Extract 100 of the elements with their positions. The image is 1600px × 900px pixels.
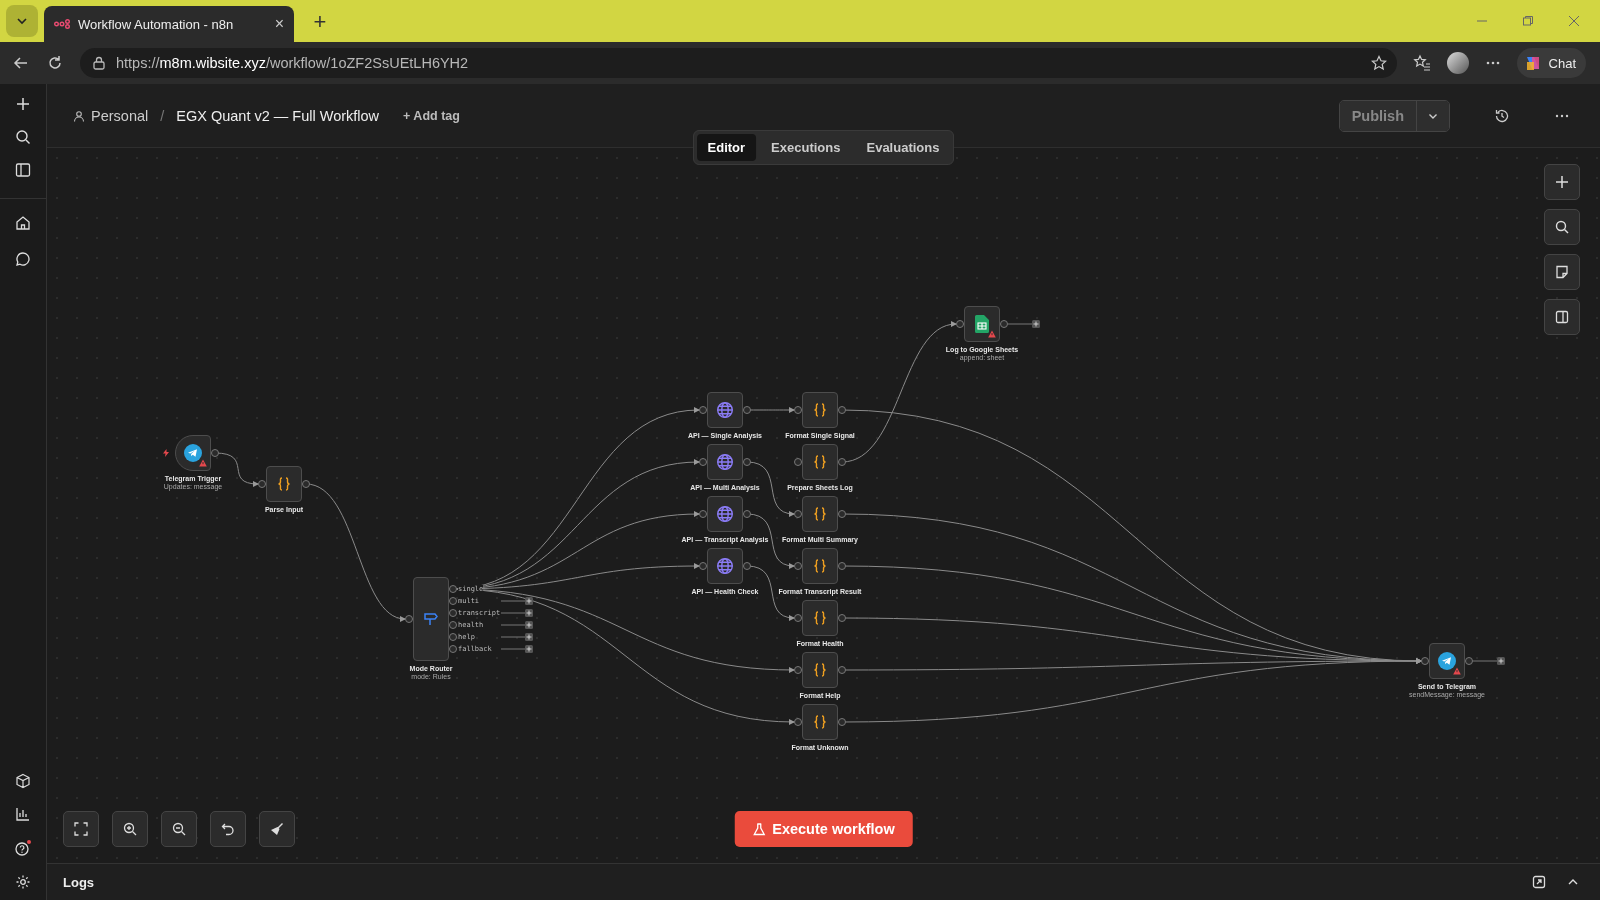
plus-icon[interactable] (15, 96, 31, 112)
reload-icon[interactable] (46, 54, 64, 72)
workflow-node[interactable] (802, 600, 838, 636)
view-tab[interactable]: Editor (696, 134, 757, 161)
output-port[interactable] (743, 510, 751, 518)
chart-icon[interactable] (15, 806, 31, 822)
output-port[interactable] (743, 406, 751, 414)
workflow-node[interactable] (964, 306, 1000, 342)
new-tab-button[interactable]: + (308, 9, 332, 35)
execute-workflow-button[interactable]: Execute workflow (734, 811, 913, 847)
add-node-handle[interactable] (500, 621, 533, 629)
output-port[interactable] (838, 458, 846, 466)
input-port[interactable] (699, 510, 707, 518)
input-port[interactable] (794, 666, 802, 674)
output-port[interactable] (838, 406, 846, 414)
view-tab[interactable]: Executions (760, 134, 852, 161)
workflow-node[interactable] (802, 548, 838, 584)
add-node-handle[interactable] (500, 645, 533, 653)
input-port[interactable] (956, 320, 964, 328)
fit-view-button[interactable] (63, 811, 99, 847)
workflow-node[interactable] (802, 704, 838, 740)
workflow-node[interactable] (707, 444, 743, 480)
output-port[interactable] (838, 718, 846, 726)
add-node-handle[interactable] (500, 633, 533, 641)
add-node-handle[interactable] (1007, 320, 1040, 328)
add-node-button[interactable] (1544, 164, 1580, 200)
pop-out-icon[interactable] (1532, 875, 1546, 889)
workflow-node[interactable] (707, 548, 743, 584)
workflow-node[interactable] (802, 392, 838, 428)
sidebar-toggle-icon[interactable] (15, 162, 31, 178)
workflow-node[interactable] (266, 466, 302, 502)
output-port[interactable] (743, 458, 751, 466)
workflow-node[interactable] (802, 444, 838, 480)
close-icon[interactable] (1568, 15, 1580, 27)
warning-icon (988, 330, 996, 338)
input-port[interactable] (794, 614, 802, 622)
input-port[interactable] (794, 458, 802, 466)
workflow-node[interactable] (802, 496, 838, 532)
person-icon (73, 109, 85, 122)
input-port[interactable] (794, 406, 802, 414)
output-port[interactable] (1465, 657, 1473, 665)
history-icon[interactable] (1494, 107, 1510, 124)
warning-icon (199, 459, 207, 467)
chat-icon[interactable] (15, 251, 31, 267)
input-port[interactable] (699, 458, 707, 466)
input-port[interactable] (699, 406, 707, 414)
add-node-handle[interactable] (1472, 657, 1505, 665)
add-tag-button[interactable]: + Add tag (403, 108, 460, 123)
output-port[interactable] (838, 666, 846, 674)
breadcrumb-separator: / (160, 107, 165, 124)
lock-icon[interactable] (92, 56, 106, 70)
logs-title[interactable]: Logs (63, 874, 95, 890)
add-node-handle[interactable] (500, 597, 533, 605)
add-node-handle[interactable] (500, 609, 533, 617)
favorites-icon[interactable] (1412, 54, 1431, 72)
publish-button[interactable]: Publish (1339, 100, 1417, 131)
workflow-node[interactable] (802, 652, 838, 688)
undo-button[interactable] (210, 811, 246, 847)
zoom-out-button[interactable] (161, 811, 197, 847)
workflow-node[interactable] (175, 435, 211, 471)
output-port[interactable] (1000, 320, 1008, 328)
project-link[interactable]: Personal (91, 107, 149, 124)
input-port[interactable] (794, 562, 802, 570)
profile-avatar[interactable] (1446, 52, 1469, 74)
chat-button[interactable]: Chat (1516, 48, 1586, 78)
view-tab[interactable]: Evaluations (855, 134, 951, 161)
star-icon[interactable] (1370, 55, 1387, 71)
help-icon[interactable] (14, 839, 32, 857)
output-port[interactable] (838, 510, 846, 518)
output-port[interactable] (838, 614, 846, 622)
browser-tab[interactable]: Workflow Automation - n8n × (44, 6, 294, 42)
cube-icon[interactable] (15, 773, 31, 789)
workflow-node[interactable] (1429, 643, 1465, 679)
address-field[interactable]: https://m8m.wibsite.xyz/workflow/1oZF2SsUEtLH6YH2 (80, 48, 1397, 78)
search-button[interactable] (1544, 209, 1580, 245)
search-icon[interactable] (15, 129, 31, 145)
input-port[interactable] (405, 615, 413, 623)
output-port[interactable] (211, 449, 219, 457)
restore-icon[interactable] (1522, 15, 1534, 27)
output-port[interactable] (743, 562, 751, 570)
input-port[interactable] (794, 510, 802, 518)
publish-options-button[interactable] (1417, 100, 1449, 131)
input-port[interactable] (794, 718, 802, 726)
workflow-name[interactable]: EGX Quant v2 — Full Workflow (176, 107, 380, 124)
sticky-note-button[interactable] (1544, 254, 1580, 290)
workflow-node[interactable] (707, 392, 743, 428)
workflow-node[interactable] (413, 577, 449, 661)
tab-list-button[interactable] (6, 5, 38, 37)
tidy-up-button[interactable] (259, 811, 295, 847)
input-port[interactable] (699, 562, 707, 570)
input-port[interactable] (258, 480, 266, 488)
panel-toggle-button[interactable] (1544, 299, 1580, 335)
close-tab-button[interactable]: × (274, 15, 284, 33)
workflow-node[interactable] (707, 496, 743, 532)
settings-icon[interactable] (15, 874, 31, 890)
home-icon[interactable] (15, 215, 31, 231)
zoom-in-button[interactable] (112, 811, 148, 847)
output-port[interactable] (838, 562, 846, 570)
output-port[interactable] (302, 480, 310, 488)
input-port[interactable] (1421, 657, 1429, 665)
